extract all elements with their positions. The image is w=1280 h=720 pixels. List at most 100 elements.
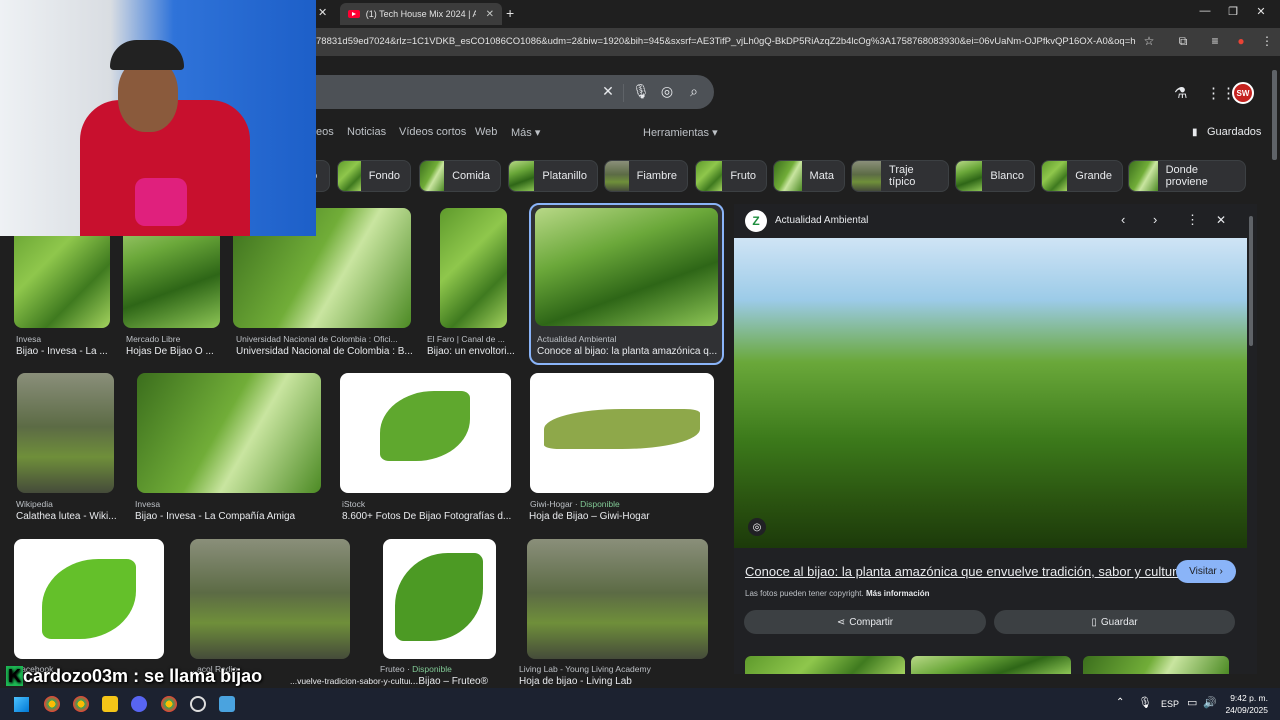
chrome-icon[interactable] — [73, 696, 89, 712]
result-title[interactable]: ...vuelve-tradicion-sabor-y-cultura/ — [290, 676, 410, 686]
app-icon[interactable] — [219, 696, 235, 712]
result-image[interactable] — [14, 539, 164, 659]
clear-icon[interactable]: ✕ — [599, 83, 617, 100]
result-image[interactable] — [190, 539, 350, 659]
network-icon[interactable]: ▭ — [1187, 696, 1197, 709]
profile-icon[interactable]: ● — [1232, 34, 1250, 48]
tab-more[interactable]: Más ▾ — [511, 126, 540, 139]
folder-icon[interactable] — [102, 696, 118, 712]
result-title[interactable]: Hoja de bijao - Living Lab — [519, 676, 719, 687]
result-title[interactable]: Universidad Nacional de Colombia : B... — [236, 346, 412, 357]
result-title[interactable]: Conoce al bijao: la planta amazónica q..… — [537, 346, 717, 357]
visit-button[interactable]: Visitar › — [1176, 560, 1236, 583]
more-info-link[interactable]: Más información — [866, 589, 930, 598]
minimize-icon[interactable]: — — [1192, 5, 1218, 17]
tab-videos[interactable]: eos — [316, 126, 334, 138]
lens-icon[interactable]: ◎ — [658, 83, 676, 100]
result-title[interactable]: Hojas De Bijao O ... — [126, 346, 222, 357]
chip[interactable]: Fondo — [337, 160, 411, 192]
result-source: Wikipedia — [16, 499, 53, 509]
menu-icon[interactable]: ⋮ — [1258, 34, 1276, 48]
result-source: Invesa — [16, 334, 42, 344]
avatar[interactable]: SW — [1232, 82, 1254, 104]
language-indicator[interactable]: ESP — [1161, 699, 1179, 709]
result-image[interactable] — [383, 539, 496, 659]
start-icon[interactable] — [14, 697, 29, 712]
reading-list-icon[interactable]: ≡ — [1206, 34, 1224, 48]
tab-youtube[interactable]: (1) Tech House Mix 2024 | AUG ✕ — [340, 3, 502, 25]
discord-icon[interactable] — [131, 696, 147, 712]
result-image[interactable] — [530, 373, 714, 493]
chip-thumbnail — [509, 161, 535, 191]
chip[interactable]: Comida — [419, 160, 501, 192]
extensions-icon[interactable]: ⧉ — [1174, 34, 1192, 49]
share-button[interactable]: ⋖ Compartir — [744, 610, 986, 634]
save-button[interactable]: ▯ Guardar — [994, 610, 1235, 634]
result-title[interactable]: Hoja de Bijao – Giwi-Hogar — [529, 511, 709, 522]
lens-icon[interactable]: ◎ — [748, 518, 766, 536]
close-icon[interactable]: ✕ — [486, 9, 494, 20]
next-icon[interactable]: › — [1153, 212, 1157, 227]
related-image[interactable] — [1083, 656, 1229, 674]
new-tab-icon[interactable]: + — [506, 5, 514, 21]
tab-short-videos[interactable]: Vídeos cortos — [399, 126, 466, 138]
result-image[interactable] — [137, 373, 321, 493]
more-icon[interactable]: ⋮ — [1186, 212, 1199, 228]
search-input[interactable] — [300, 75, 714, 109]
close-icon[interactable]: ✕ — [318, 6, 327, 19]
result-title[interactable]: 8.600+ Fotos De Bijao Fotografías d... — [342, 511, 512, 522]
result-image[interactable] — [535, 208, 718, 326]
result-image[interactable] — [527, 539, 708, 659]
clock-time[interactable]: 9:42 p. m. — [1224, 693, 1268, 703]
tab-web[interactable]: Web — [475, 126, 497, 138]
chip[interactable]: Platanillo — [508, 160, 598, 192]
url-field[interactable]: 78831d59ed7024&rlz=1C1VDKB_esCO1086CO108… — [316, 36, 1136, 47]
tools-button[interactable]: Herramientas ▾ — [643, 126, 718, 139]
result-image[interactable] — [17, 373, 114, 493]
leaf-shape — [544, 409, 700, 449]
result-image[interactable] — [440, 208, 507, 328]
close-window-icon[interactable]: ✕ — [1248, 5, 1274, 18]
mic-icon[interactable]: 🎙 — [632, 83, 650, 100]
chip[interactable]: Mata — [773, 160, 845, 192]
panel-scrollbar[interactable] — [1249, 216, 1253, 346]
result-title[interactable]: Calathea lutea - Wiki... — [16, 511, 116, 522]
tab-news[interactable]: Noticias — [347, 126, 386, 138]
chrome-icon[interactable] — [161, 696, 177, 712]
chip[interactable]: Traje típico — [851, 160, 949, 192]
obs-icon[interactable] — [190, 696, 206, 712]
related-image[interactable] — [911, 656, 1071, 674]
panel-title[interactable]: Conoce al bijao: la planta amazónica que… — [745, 564, 1184, 579]
chip[interactable]: Blanco — [955, 160, 1035, 192]
mic-icon[interactable]: 🎙 — [1138, 696, 1152, 709]
chevron-up-icon[interactable]: ⌃ — [1116, 697, 1124, 708]
result-title[interactable]: Bijao: un envoltori... — [427, 346, 519, 357]
saved-link[interactable]: Guardados — [1207, 126, 1261, 138]
chrome-icon[interactable] — [44, 696, 60, 712]
page-scrollbar[interactable] — [1272, 70, 1277, 160]
youtube-icon — [348, 10, 360, 18]
volume-icon[interactable]: 🔊 — [1203, 696, 1217, 709]
clock-date[interactable]: 24/09/2025 — [1224, 705, 1268, 715]
chip[interactable]: Fiambre — [604, 160, 688, 192]
maximize-icon[interactable]: ❐ — [1220, 5, 1246, 18]
search-icon[interactable]: ⌕ — [685, 83, 703, 100]
related-image[interactable] — [745, 656, 905, 674]
result-title[interactable]: Bijao - Invesa - La ... — [16, 346, 112, 357]
prev-icon[interactable]: ‹ — [1121, 212, 1125, 227]
chip[interactable]: Donde proviene — [1128, 160, 1246, 192]
leaf-shape — [380, 391, 470, 461]
result-image[interactable] — [340, 373, 511, 493]
result-title[interactable]: Bijao - Invesa - La Compañía Amiga — [135, 511, 315, 522]
close-icon[interactable]: ✕ — [1216, 213, 1226, 227]
chip[interactable]: Fruto — [695, 160, 767, 192]
available-badge: Disponible — [412, 664, 452, 674]
result-source: El Faro | Canal de ... — [427, 334, 505, 344]
result-title[interactable]: ...Bijao – Fruteo® — [410, 676, 520, 687]
preview-image[interactable] — [734, 238, 1247, 548]
labs-icon[interactable]: ⚗ — [1174, 84, 1187, 102]
result-source: Universidad Nacional de Colombia : Ofici… — [236, 334, 398, 344]
star-icon[interactable]: ☆ — [1140, 34, 1158, 48]
chip[interactable]: Grande — [1041, 160, 1123, 192]
panel-source[interactable]: Actualidad Ambiental — [775, 215, 868, 226]
